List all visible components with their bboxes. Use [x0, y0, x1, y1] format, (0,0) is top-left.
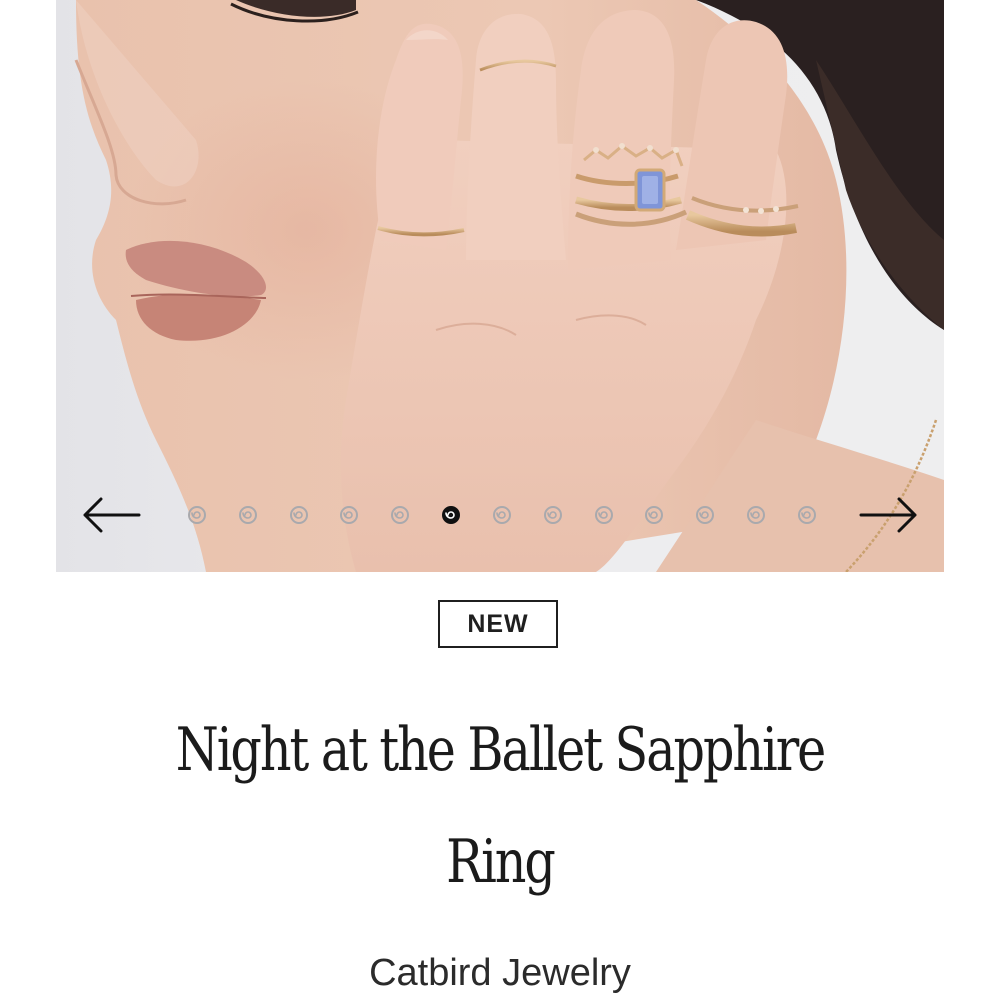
carousel-dot[interactable] [491, 504, 513, 526]
brand-link[interactable]: Catbird Jewelry [200, 952, 800, 995]
swirl-icon [747, 506, 766, 524]
new-badge: NEW [438, 600, 558, 648]
swirl-icon [492, 506, 511, 524]
swirl-icon [696, 506, 715, 524]
arrow-left-icon [83, 497, 141, 533]
swirl-icon [188, 506, 206, 524]
next-image-button[interactable] [856, 492, 922, 538]
carousel-dot[interactable] [338, 504, 360, 526]
carousel-dot[interactable] [593, 504, 615, 526]
product-image-carousel[interactable] [56, 0, 944, 572]
product-photo [74, 0, 944, 572]
carousel-dot[interactable] [440, 504, 462, 526]
carousel-dot[interactable] [796, 504, 818, 526]
swirl-icon [594, 506, 613, 524]
swirl-icon [289, 506, 308, 524]
swirl-icon [238, 506, 257, 524]
carousel-dot[interactable] [288, 504, 310, 526]
carousel-dot[interactable] [694, 504, 716, 526]
previous-image-button[interactable] [78, 492, 144, 538]
carousel-pagination [186, 503, 818, 527]
swirl-icon [645, 506, 664, 524]
carousel-dot[interactable] [237, 504, 259, 526]
arrow-right-icon [859, 497, 917, 533]
carousel-dot[interactable] [186, 504, 208, 526]
carousel-dot[interactable] [389, 504, 411, 526]
product-title: Night at the Ballet Sapphire Ring [175, 715, 827, 897]
carousel-dot[interactable] [745, 504, 767, 526]
swirl-icon [340, 506, 359, 524]
swirl-icon [391, 506, 410, 524]
swirl-icon [543, 506, 562, 524]
swirl-icon [442, 506, 461, 524]
carousel-dot[interactable] [542, 504, 564, 526]
carousel-dot[interactable] [643, 504, 665, 526]
swirl-icon [797, 506, 816, 524]
